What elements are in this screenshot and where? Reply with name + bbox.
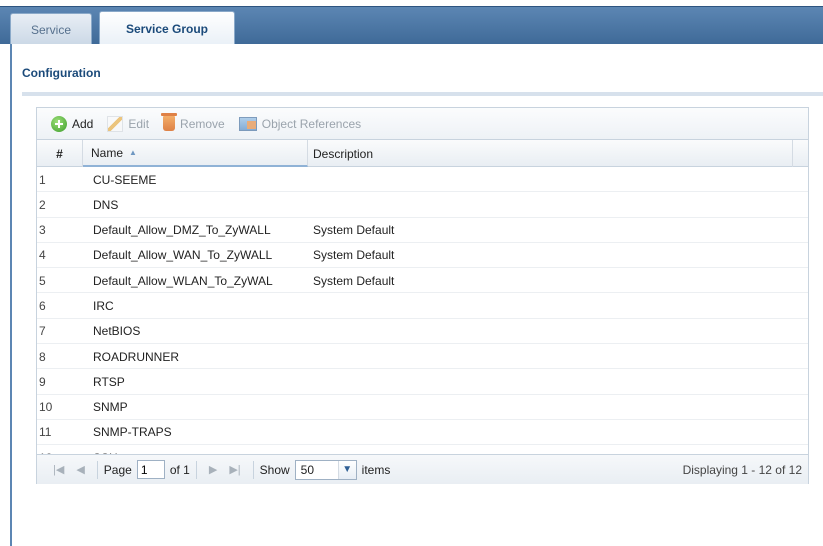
row-name: IRC <box>93 298 114 313</box>
tab-bar: Service Service Group <box>0 6 823 46</box>
row-description <box>308 293 793 318</box>
next-page-icon[interactable]: ▶ <box>209 463 217 476</box>
first-page-icon[interactable]: |◀ <box>53 463 64 476</box>
row-name: Default_Allow_DMZ_To_ZyWALL <box>93 223 271 238</box>
row-description <box>308 369 793 394</box>
tab-service-label: Service <box>30 22 71 37</box>
row-name: DNS <box>93 197 119 212</box>
table-row[interactable]: 8 ROADRUNNER <box>37 344 808 370</box>
table-row[interactable]: 7 NetBIOS <box>37 319 808 345</box>
pager-divider <box>252 460 254 479</box>
row-name: Default_Allow_WAN_To_ZyWALL <box>93 248 273 263</box>
row-name: ROADRUNNER <box>93 349 180 364</box>
row-number: 9 <box>39 374 46 389</box>
row-number: 5 <box>39 273 46 288</box>
display-status: Displaying 1 - 12 of 12 <box>682 462 802 477</box>
toolbar: Add Edit Remove Object References <box>37 108 808 140</box>
row-name: SNMP <box>93 400 128 415</box>
row-number: 1 <box>39 172 46 187</box>
row-description: System Default <box>313 273 395 288</box>
row-number: 11 <box>39 425 52 440</box>
table-row[interactable]: 6 IRC <box>37 293 808 319</box>
row-number: 10 <box>39 400 53 415</box>
last-page-icon[interactable]: ▶| <box>229 463 240 476</box>
column-header-number-label: # <box>56 146 63 161</box>
column-header-number[interactable]: # <box>37 140 83 167</box>
pager-divider <box>195 460 197 479</box>
remove-button[interactable]: Remove <box>161 113 225 135</box>
edit-icon <box>107 115 124 132</box>
row-name: Default_Allow_WLAN_To_ZyWAL <box>93 273 273 288</box>
table-row[interactable]: 4 Default_Allow_WAN_To_ZyWALL System Def… <box>37 243 808 269</box>
remove-label: Remove <box>180 116 225 131</box>
row-description <box>308 319 793 344</box>
object-references-icon <box>238 116 257 131</box>
page-size-value: 50 <box>300 462 315 477</box>
row-description <box>308 344 793 369</box>
page-label: Page <box>103 462 132 477</box>
row-number: 3 <box>39 223 46 238</box>
section-title: Configuration <box>22 66 101 80</box>
row-description <box>308 167 793 192</box>
pagination-bar: |◀ ◀ Page of 1 ▶ ▶| Show 50 ▼ items Disp… <box>37 454 808 484</box>
edit-button[interactable]: Edit <box>107 113 149 135</box>
tab-service[interactable]: Service <box>10 13 92 45</box>
edit-label: Edit <box>128 116 150 131</box>
row-number: 4 <box>39 248 46 263</box>
show-label: Show <box>259 462 290 477</box>
page-size-select[interactable]: 50 ▼ <box>294 459 357 480</box>
service-group-table: # Name ▲ Description 1 CU-SEEME 2 DNS 3 … <box>37 140 808 471</box>
add-label: Add <box>72 116 94 131</box>
trash-icon <box>161 113 178 131</box>
row-description <box>308 420 793 445</box>
column-header-name-label: Name <box>91 145 124 160</box>
table-row[interactable]: 9 RTSP <box>37 369 808 395</box>
tab-service-group[interactable]: Service Group <box>99 11 235 46</box>
row-description: System Default <box>313 223 395 238</box>
column-header-name[interactable]: Name ▲ <box>83 140 308 167</box>
row-number: 7 <box>39 324 46 339</box>
object-references-label: Object References <box>261 116 362 131</box>
pager-divider <box>96 460 98 479</box>
row-number: 2 <box>39 197 46 212</box>
column-header-description-label: Description <box>313 146 374 161</box>
table-row[interactable]: 10 SNMP <box>37 395 808 420</box>
page-count-label: of 1 <box>169 462 190 477</box>
table-row[interactable]: 3 Default_Allow_DMZ_To_ZyWALL System Def… <box>37 218 808 243</box>
sort-ascending-icon: ▲ <box>129 148 137 157</box>
table-row[interactable]: 5 Default_Allow_WLAN_To_ZyWAL System Def… <box>37 268 808 294</box>
row-name: NetBIOS <box>93 324 141 339</box>
row-number: 6 <box>39 298 46 313</box>
row-number: 8 <box>39 349 46 364</box>
row-name: RTSP <box>93 374 125 389</box>
object-references-button[interactable]: Object References <box>238 113 362 135</box>
row-name: CU-SEEME <box>93 172 157 187</box>
row-description <box>308 192 793 217</box>
items-label: items <box>361 462 391 477</box>
row-name: SNMP-TRAPS <box>93 425 172 440</box>
table-row[interactable]: 1 CU-SEEME <box>37 167 808 193</box>
tab-service-group-label: Service Group <box>125 22 209 36</box>
section-divider <box>22 92 823 96</box>
table-row[interactable]: 11 SNMP-TRAPS <box>37 420 808 446</box>
previous-page-icon[interactable]: ◀ <box>76 463 84 476</box>
table-row[interactable]: 2 DNS <box>37 192 808 218</box>
column-header-description[interactable]: Description <box>308 140 793 167</box>
table-header: # Name ▲ Description <box>37 140 808 167</box>
add-icon <box>51 115 67 132</box>
chevron-down-icon: ▼ <box>337 460 356 479</box>
add-button[interactable]: Add <box>51 113 93 135</box>
service-group-panel: Add Edit Remove Object References # Name… <box>36 107 809 484</box>
page-number-input[interactable] <box>136 460 165 479</box>
row-description: System Default <box>313 248 395 263</box>
row-description <box>308 395 793 420</box>
